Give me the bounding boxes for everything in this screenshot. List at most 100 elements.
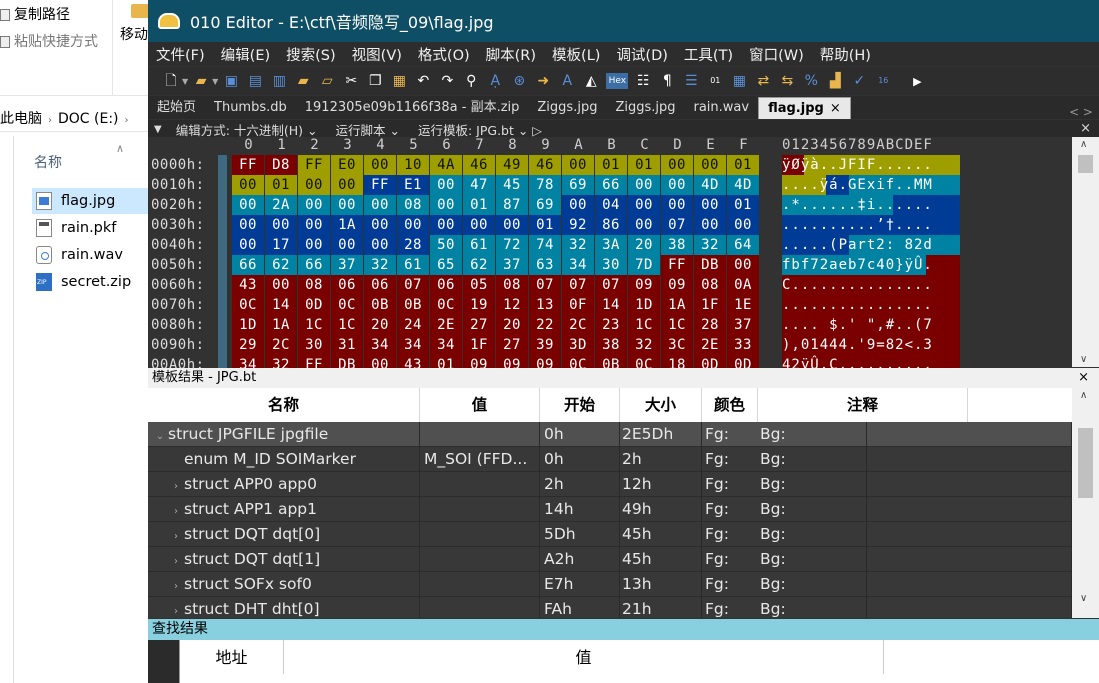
hex-byte[interactable]: 4A <box>430 155 462 175</box>
hex-byte[interactable]: 10 <box>397 155 429 175</box>
hex-byte[interactable]: 14 <box>265 295 297 315</box>
name-column-header[interactable]: 名称 <box>34 152 62 172</box>
column-header-color[interactable]: 颜色 <box>702 388 758 422</box>
template-row[interactable]: › struct SOFx sof0 E7h 13h Fg: Bg: <box>148 571 1072 597</box>
expand-chevron-icon[interactable]: › <box>168 599 184 619</box>
menu-item[interactable]: 窗口(W) <box>741 44 812 65</box>
new-file-icon[interactable]: 🗋 <box>162 72 180 90</box>
swap-icon[interactable]: ⇆ <box>778 72 796 90</box>
hex-byte[interactable]: 20 <box>496 315 528 335</box>
undo-icon[interactable]: ↶ <box>414 72 432 90</box>
hex-byte[interactable]: 07 <box>397 275 429 295</box>
paste-shortcut-button[interactable]: 粘贴快捷方式 <box>0 31 98 53</box>
template-row[interactable]: › struct APP1 app1 14h 49h Fg: Bg: <box>148 496 1072 522</box>
hex-scrollbar[interactable]: ∧ ∨ <box>1072 137 1099 367</box>
template-row[interactable]: enum M_ID SOIMarker M_SOI (FFD... 0h 2h Fg: B… <box>148 446 1072 472</box>
hex-byte[interactable]: 00 <box>364 215 396 235</box>
font-icon[interactable]: A <box>558 72 576 90</box>
hex-byte[interactable]: 00 <box>661 155 693 175</box>
hex-byte[interactable]: 0C <box>232 295 264 315</box>
ascii-text[interactable]: fbf72aeb7c40}ÿÛ. <box>782 255 962 275</box>
scroll-down-icon[interactable]: ∨ <box>1080 354 1087 365</box>
ascii-text[interactable]: ....ÿá.GExif..MM <box>782 175 962 195</box>
tab-close-icon[interactable]: × <box>830 101 841 116</box>
hex-byte[interactable]: 78 <box>529 175 561 195</box>
hex-byte[interactable]: 30 <box>298 335 330 355</box>
hex-byte[interactable]: 1A <box>265 315 297 335</box>
ascii-text[interactable]: .*......‡i...... <box>782 195 962 215</box>
histogram-icon[interactable]: ▟ <box>826 72 844 90</box>
close-file-icon[interactable]: ▰ <box>294 72 312 90</box>
hex-byte[interactable]: 00 <box>232 215 264 235</box>
hex-byte[interactable]: 00 <box>694 195 726 215</box>
breadcrumb-drive[interactable]: DOC (E:) <box>58 111 119 127</box>
hex-byte[interactable]: 08 <box>397 195 429 215</box>
hex-byte[interactable]: 1F <box>694 295 726 315</box>
template-row[interactable]: › struct DHT dht[0] FAh 21h Fg: Bg: <box>148 596 1072 619</box>
hex-byte[interactable]: 20 <box>628 235 660 255</box>
hex-byte[interactable]: E1 <box>397 175 429 195</box>
hex-byte[interactable]: 01 <box>727 155 759 175</box>
hex-byte[interactable]: 66 <box>232 255 264 275</box>
hex-byte[interactable]: 28 <box>397 235 429 255</box>
scrollbar-thumb[interactable] <box>1078 428 1093 498</box>
hex-byte[interactable]: 00 <box>463 215 495 235</box>
hex-byte[interactable]: E0 <box>331 155 363 175</box>
expand-chevron-icon[interactable]: › <box>168 474 184 497</box>
hex-byte[interactable]: FF <box>661 255 693 275</box>
hex-byte[interactable]: 04 <box>595 195 627 215</box>
hex-byte[interactable]: 07 <box>595 275 627 295</box>
edit-mode-dropdown[interactable]: 编辑方式: 十六进制(H) ⌄ <box>176 120 318 139</box>
hex-byte[interactable]: 00 <box>331 235 363 255</box>
hex-byte[interactable]: 24 <box>397 315 429 335</box>
ascii-text[interactable]: ................ <box>782 295 962 315</box>
dropdown-arrow-icon[interactable]: ▼ <box>182 77 188 86</box>
menu-item[interactable]: 搜索(S) <box>278 44 344 65</box>
menu-item[interactable]: 脚本(R) <box>478 44 544 65</box>
hex-byte[interactable]: 65 <box>430 255 462 275</box>
hex-byte[interactable]: 06 <box>364 275 396 295</box>
hex-byte[interactable]: 1F <box>463 335 495 355</box>
ascii-text[interactable]: ..........’†.... <box>782 215 962 235</box>
hex-mode-button[interactable]: Hex <box>606 73 629 89</box>
column-header-find-value[interactable]: 值 <box>284 640 884 674</box>
copy-icon[interactable]: ❐ <box>366 72 384 90</box>
save-icon[interactable]: ▣ <box>222 72 240 90</box>
menu-item[interactable]: 文件(F) <box>148 44 213 65</box>
hex-byte[interactable]: 33 <box>727 335 759 355</box>
hex-byte[interactable]: 61 <box>397 255 429 275</box>
address-bar[interactable]: 此电脑 › DOC (E:) › <box>0 106 148 132</box>
hex-byte[interactable]: 27 <box>463 315 495 335</box>
hex-byte[interactable]: FF <box>298 155 330 175</box>
hex-byte[interactable]: 0C <box>331 295 363 315</box>
options-collapse-icon[interactable]: ▼ <box>154 124 162 135</box>
pilcrow-icon[interactable]: ¶ <box>658 72 676 90</box>
run-script-dropdown[interactable]: 运行脚本 ⌄ <box>336 120 400 139</box>
hex-byte[interactable]: 46 <box>463 155 495 175</box>
menu-item[interactable]: 调试(D) <box>608 44 675 65</box>
dropdown-arrow-icon[interactable]: ▼ <box>212 77 218 86</box>
hex-byte[interactable]: 01 <box>595 155 627 175</box>
replace-icon[interactable]: Ạ <box>486 72 504 90</box>
column-header-size[interactable]: 大小 <box>620 388 702 422</box>
file-list-item[interactable]: secret.zip <box>32 269 148 295</box>
hex-byte[interactable]: 00 <box>694 155 726 175</box>
hex-byte[interactable]: 2E <box>430 315 462 335</box>
hex-byte[interactable]: 64 <box>727 235 759 255</box>
hex-byte[interactable]: 00 <box>232 195 264 215</box>
hex-byte[interactable]: 19 <box>463 295 495 315</box>
move-to-button[interactable]: 移动 <box>112 0 151 96</box>
template-row[interactable]: › struct APP0 app0 2h 12h Fg: Bg: <box>148 471 1072 497</box>
file-list-item[interactable]: rain.wav <box>32 242 148 268</box>
columns-icon[interactable]: ☷ <box>634 72 652 90</box>
compare-icon[interactable]: ⇄ <box>754 72 772 90</box>
hex-byte[interactable]: 31 <box>331 335 363 355</box>
hex-byte[interactable]: 00 <box>430 195 462 215</box>
template-row[interactable]: › struct DQT dqt[0] 5Dh 45h Fg: Bg: <box>148 521 1072 547</box>
paste-icon[interactable]: ▦ <box>390 72 408 90</box>
hex-byte[interactable]: 1D <box>628 295 660 315</box>
scroll-up-icon[interactable]: ∧ <box>1080 139 1087 150</box>
hex-byte[interactable]: 3D <box>562 335 594 355</box>
hex-byte[interactable]: 00 <box>562 155 594 175</box>
hex-byte[interactable]: 1A <box>331 215 363 235</box>
